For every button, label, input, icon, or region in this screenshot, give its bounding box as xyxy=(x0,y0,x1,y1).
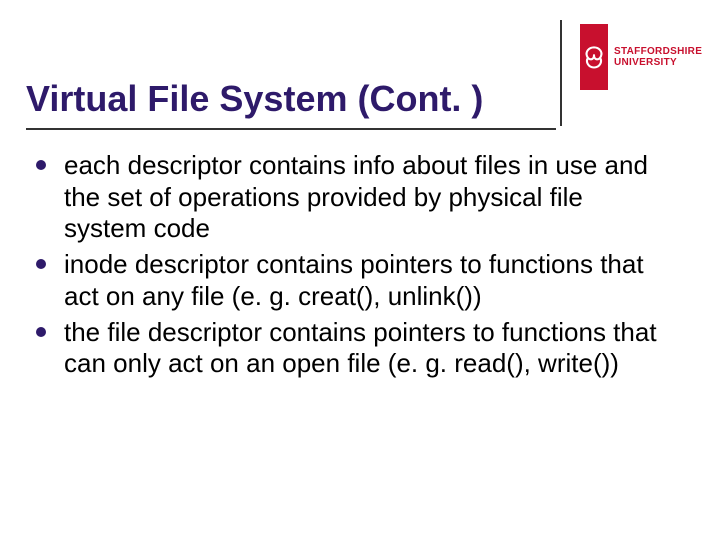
title-underline xyxy=(26,128,556,130)
bullet-text: the file descriptor contains pointers to… xyxy=(64,317,657,379)
list-item: each descriptor contains info about file… xyxy=(30,150,668,245)
bullet-text: each descriptor contains info about file… xyxy=(64,150,648,243)
university-logo-text: STAFFORDSHIRE UNIVERSITY xyxy=(608,24,702,90)
slide-title: Virtual File System (Cont. ) xyxy=(26,78,483,120)
header-vertical-divider xyxy=(560,20,562,126)
list-item: inode descriptor contains pointers to fu… xyxy=(30,249,668,312)
stafford-knot-icon xyxy=(580,24,608,90)
slide: STAFFORDSHIRE UNIVERSITY Virtual File Sy… xyxy=(0,0,720,540)
bullet-list: each descriptor contains info about file… xyxy=(30,150,668,380)
slide-body: each descriptor contains info about file… xyxy=(30,150,668,384)
logo-line-2: UNIVERSITY xyxy=(614,57,702,69)
list-item: the file descriptor contains pointers to… xyxy=(30,317,668,380)
university-logo: STAFFORDSHIRE UNIVERSITY xyxy=(580,24,698,90)
logo-line-1: STAFFORDSHIRE xyxy=(614,46,702,58)
bullet-text: inode descriptor contains pointers to fu… xyxy=(64,249,644,311)
